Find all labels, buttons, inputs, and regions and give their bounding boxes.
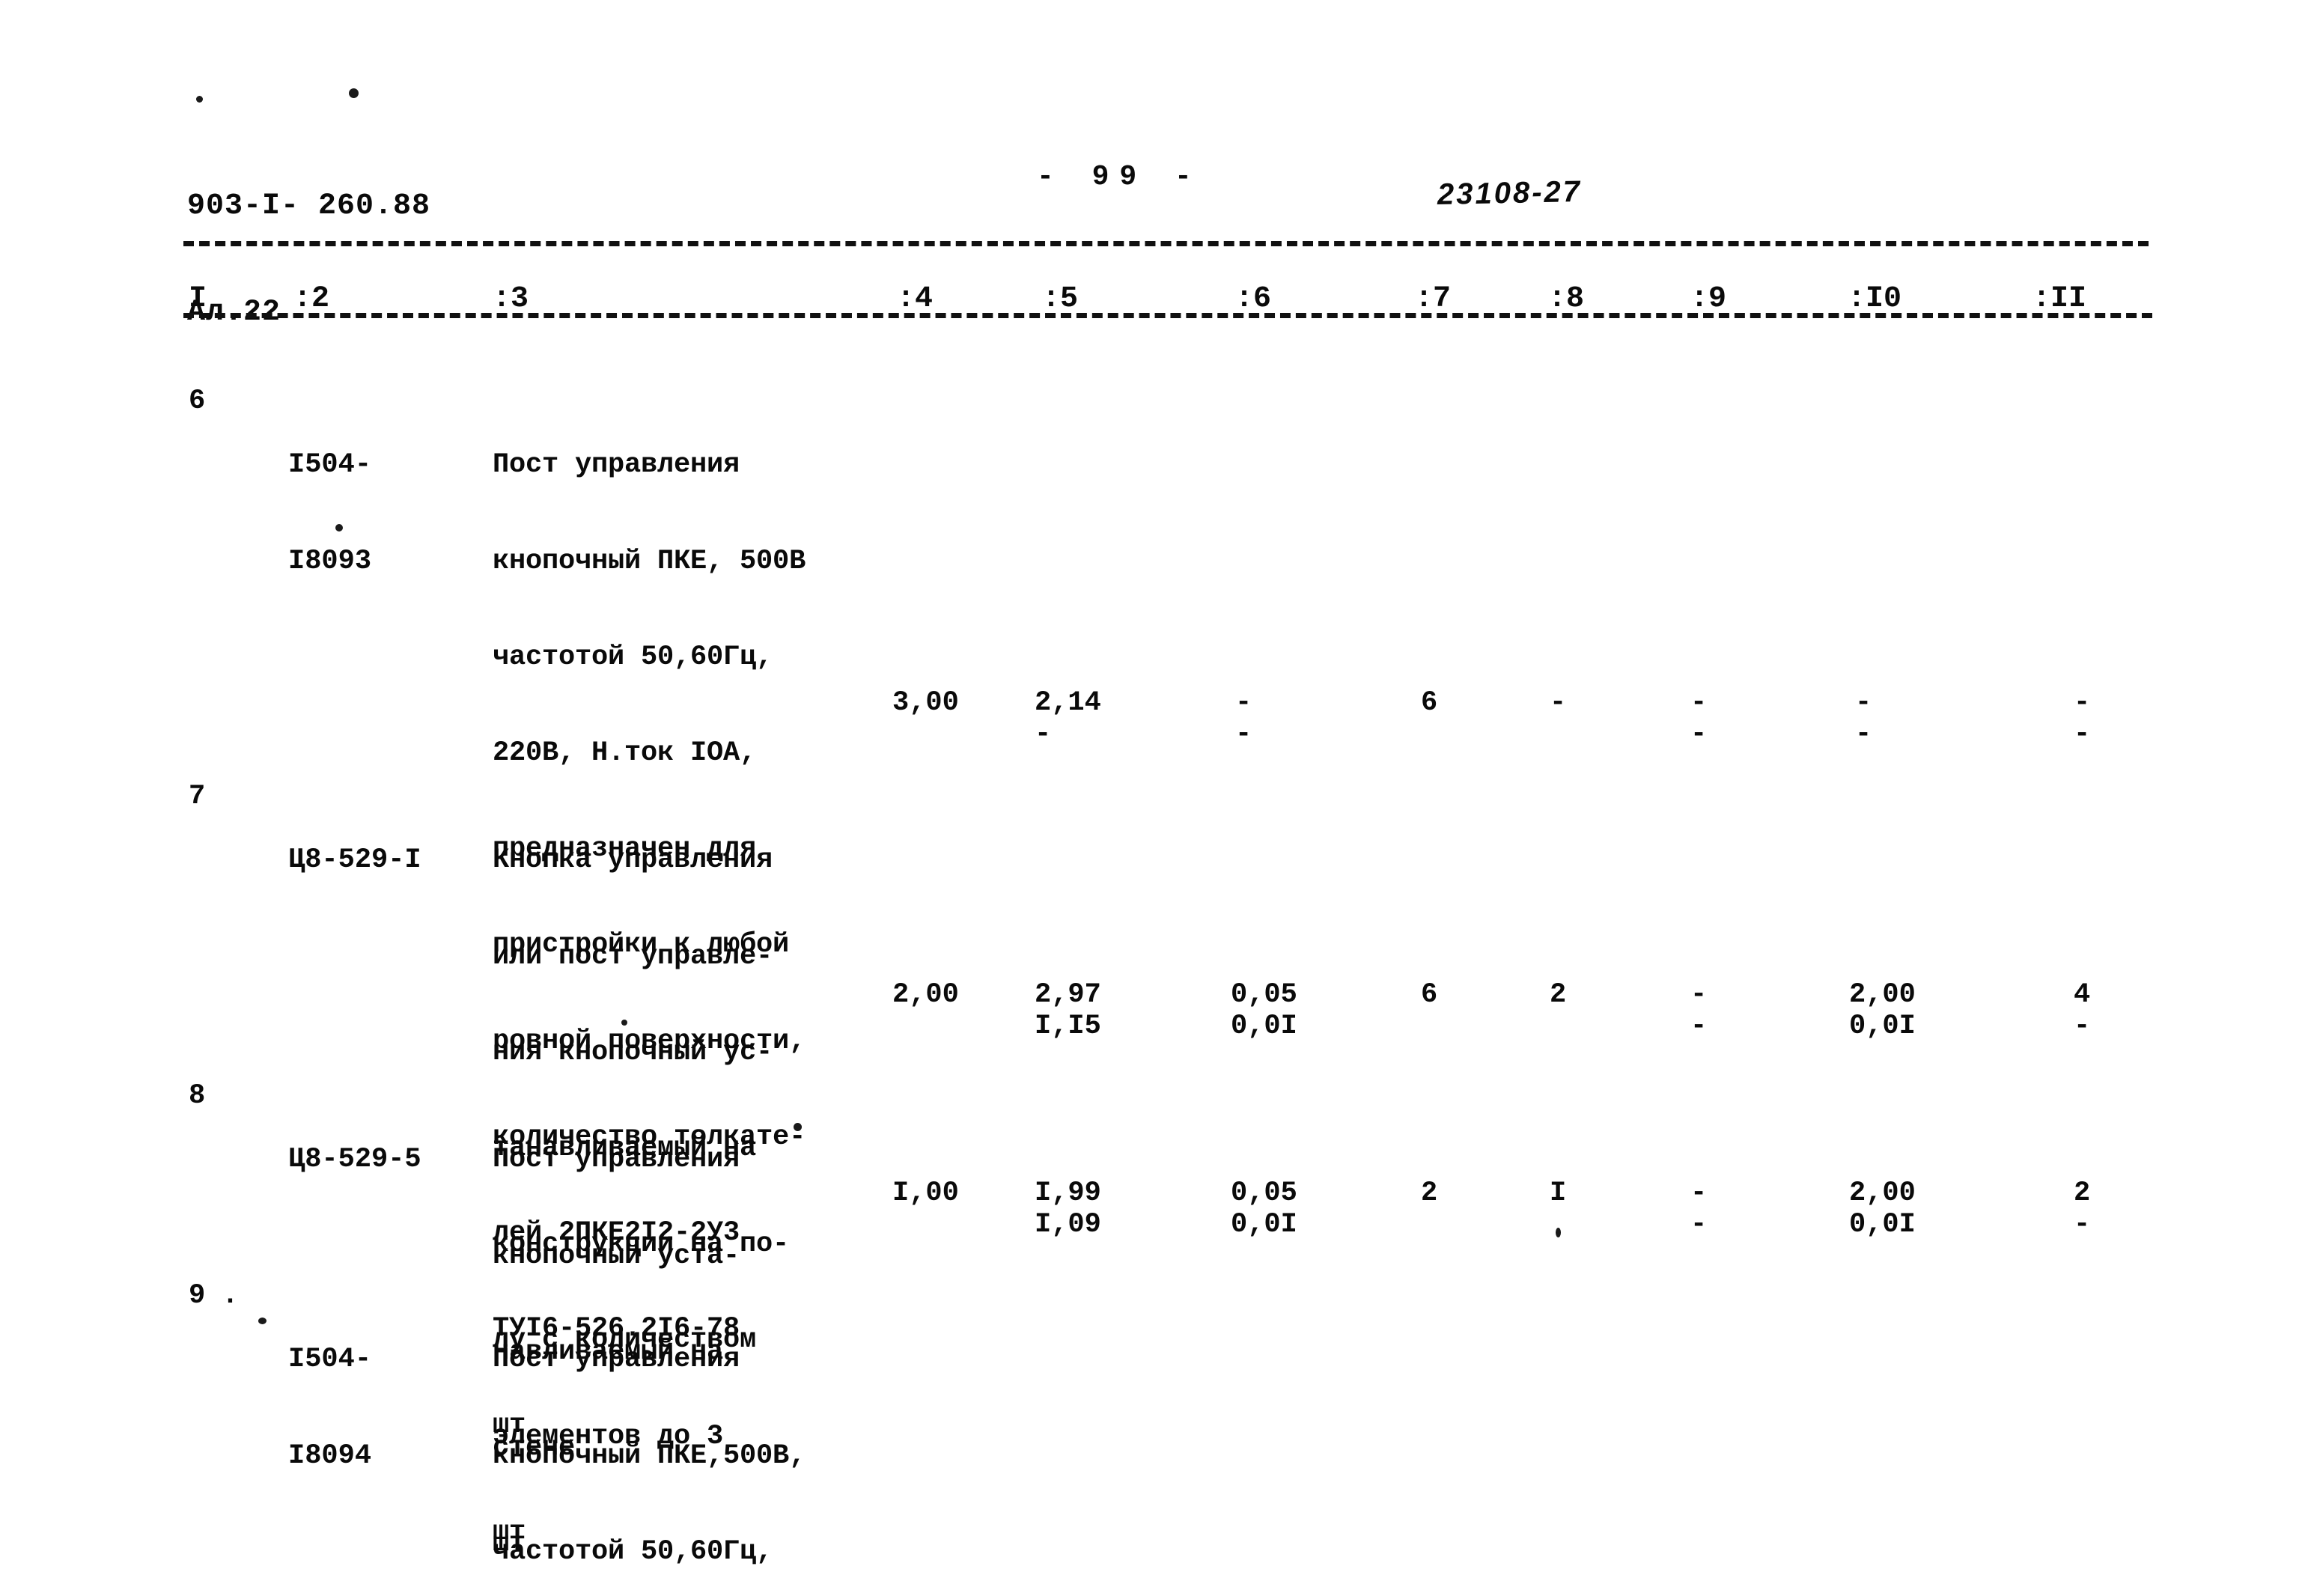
column-header-1: I xyxy=(189,282,207,316)
column-header-8: :8 xyxy=(1548,282,1585,316)
cell-col8: I xyxy=(1550,1178,1567,1209)
cell-col10: 2,00 xyxy=(1849,1178,1916,1209)
cell-col10-sub: 0,0I xyxy=(1849,1011,1916,1042)
cell-col6-sub: 0,0I xyxy=(1231,1011,1297,1042)
scan-speck xyxy=(1556,1228,1561,1237)
row-code: Ц8-529-I xyxy=(288,844,421,877)
scan-speck xyxy=(621,1020,627,1026)
column-header-10: :I0 xyxy=(1848,282,1902,316)
cell-col6-sub: - xyxy=(1235,719,1252,750)
scanned-page: 903-I- 260.88 Ал.22 - 99 - 23108-27 I :2… xyxy=(0,0,2302,1596)
cell-col8: 2 xyxy=(1550,979,1567,1011)
cell-col10: 2,00 xyxy=(1849,979,1916,1011)
cell-col9-sub: - xyxy=(1690,719,1708,750)
cell-col5: I,99 xyxy=(1035,1178,1101,1209)
scan-speck xyxy=(349,88,359,98)
scan-speck xyxy=(794,1123,802,1131)
cell-col11: 2 xyxy=(2074,1178,2091,1209)
column-header-4: :4 xyxy=(897,282,934,316)
column-header-3: :3 xyxy=(493,282,529,316)
cell-col10: - xyxy=(1855,687,1872,719)
cell-col4: I,00 xyxy=(892,1178,959,1209)
row-number: 9 . xyxy=(189,1280,239,1312)
row-number: 6 xyxy=(189,386,206,417)
document-code-line-1: 903-I- 260.88 xyxy=(187,189,431,224)
cell-col9: - xyxy=(1690,687,1708,719)
column-header-divider xyxy=(183,313,2152,318)
cell-col6-sub: 0,0I xyxy=(1231,1209,1297,1240)
table-top-divider xyxy=(183,241,2149,246)
row-code: I504- I8093 xyxy=(288,449,372,577)
row-description: Пост управления кнопочный ПКЕ,500В, част… xyxy=(493,1344,806,1568)
scan-speck xyxy=(196,96,203,103)
cell-col11: 4 xyxy=(2074,979,2091,1011)
cell-col8: - xyxy=(1550,687,1567,719)
page-number: - 99 - xyxy=(1037,161,1202,193)
cell-col5-sub: - xyxy=(1035,719,1052,750)
cell-col11-sub: - xyxy=(2074,1011,2091,1042)
cell-col5-sub: I,09 xyxy=(1035,1209,1101,1240)
cell-col10-sub: - xyxy=(1855,719,1872,750)
cell-col6: 0,05 xyxy=(1231,1178,1297,1209)
column-header-6: :6 xyxy=(1235,282,1272,316)
scan-speck xyxy=(335,524,343,532)
cell-col5-sub: I,I5 xyxy=(1035,1011,1101,1042)
row-code: Ц8-529-5 xyxy=(288,1144,421,1176)
cell-col11-sub: - xyxy=(2074,719,2091,750)
cell-col9-sub: - xyxy=(1690,1209,1708,1240)
column-header-9: :9 xyxy=(1690,282,1727,316)
row-number: 7 xyxy=(189,781,206,812)
column-header-2: :2 xyxy=(293,282,330,316)
column-header-7: :7 xyxy=(1415,282,1452,316)
cell-col9: - xyxy=(1690,979,1708,1011)
cell-col7: 6 xyxy=(1421,687,1438,719)
cell-col10-sub: 0,0I xyxy=(1849,1209,1916,1240)
archive-stamp: 23108-27 xyxy=(1437,174,1583,212)
cell-col9-sub: - xyxy=(1690,1011,1708,1042)
cell-col11-sub: - xyxy=(2074,1209,2091,1240)
cell-col11: - xyxy=(2074,687,2091,719)
scan-speck xyxy=(258,1318,267,1324)
cell-col4: 2,00 xyxy=(892,979,959,1011)
row-code: I504- I8094 xyxy=(288,1344,372,1472)
column-header-5: :5 xyxy=(1042,282,1079,316)
cell-col7: 6 xyxy=(1421,979,1438,1011)
cell-col5: 2,97 xyxy=(1035,979,1101,1011)
cell-col7: 2 xyxy=(1421,1178,1438,1209)
cell-col5: 2,14 xyxy=(1035,687,1101,719)
cell-col6: - xyxy=(1235,687,1252,719)
cell-col9: - xyxy=(1690,1178,1708,1209)
cell-col4: 3,00 xyxy=(892,687,959,719)
document-code: 903-I- 260.88 Ал.22 xyxy=(187,118,430,401)
row-number: 8 xyxy=(189,1080,206,1112)
column-header-11: :II xyxy=(2032,282,2087,316)
cell-col6: 0,05 xyxy=(1231,979,1297,1011)
